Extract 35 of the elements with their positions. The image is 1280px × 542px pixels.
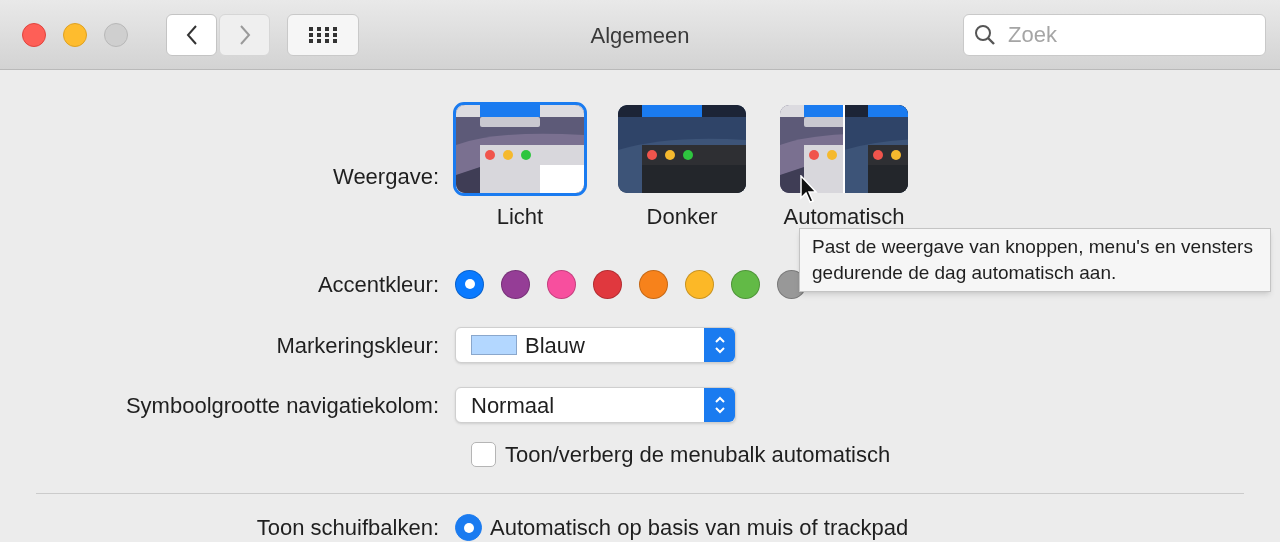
accent-color-swatch[interactable] — [593, 269, 622, 299]
stepper-icon — [704, 388, 735, 422]
grid-icon — [309, 26, 337, 43]
accent-color-swatch[interactable] — [639, 269, 668, 299]
setting-label: Accentkleur: — [317, 271, 439, 297]
popup-menu[interactable]: Normaal — [455, 387, 736, 423]
cursor-icon — [800, 175, 820, 205]
radio-button[interactable] — [455, 514, 482, 541]
search-icon — [973, 23, 997, 47]
setting-label: Weergave: — [333, 164, 439, 189]
chevron-right-icon — [237, 23, 252, 46]
appearance-label: Licht — [496, 203, 544, 231]
back-button[interactable] — [166, 13, 217, 56]
setting-label: Markeringskleur: — [276, 332, 439, 358]
accent-color-swatch[interactable] — [685, 269, 714, 299]
checkbox[interactable] — [471, 441, 496, 467]
tooltip: Past de weergave van knoppen, menu's en vensters gedurende de dag automatisch aan. — [799, 228, 1271, 292]
grid-button[interactable] — [287, 13, 359, 56]
appearance-option[interactable]: Donker — [617, 102, 747, 233]
setting-label: Symboolgrootte navigatiekolom: — [125, 392, 439, 418]
setting-label: Toon schuifbalken: — [256, 514, 439, 540]
search-field[interactable]: Zoek — [963, 14, 1266, 56]
accent-color-swatch[interactable] — [501, 269, 530, 299]
appearance-label: Donker — [646, 203, 718, 231]
accent-color-swatch[interactable] — [455, 269, 484, 299]
chevron-left-icon — [184, 23, 199, 46]
close-button[interactable] — [22, 22, 46, 47]
accent-color-swatch[interactable] — [547, 269, 576, 299]
accent-color-swatch[interactable] — [731, 269, 760, 299]
window-title: Algemeen — [590, 21, 690, 50]
popup-menu[interactable]: Blauw — [455, 327, 736, 363]
checkbox-label: Toon/verberg de menubalk automatisch — [505, 440, 891, 469]
radio-label: Automatisch op basis van muis of trackpad — [490, 515, 909, 540]
stepper-icon — [704, 328, 735, 362]
appearance-label: Automatisch — [783, 203, 905, 231]
